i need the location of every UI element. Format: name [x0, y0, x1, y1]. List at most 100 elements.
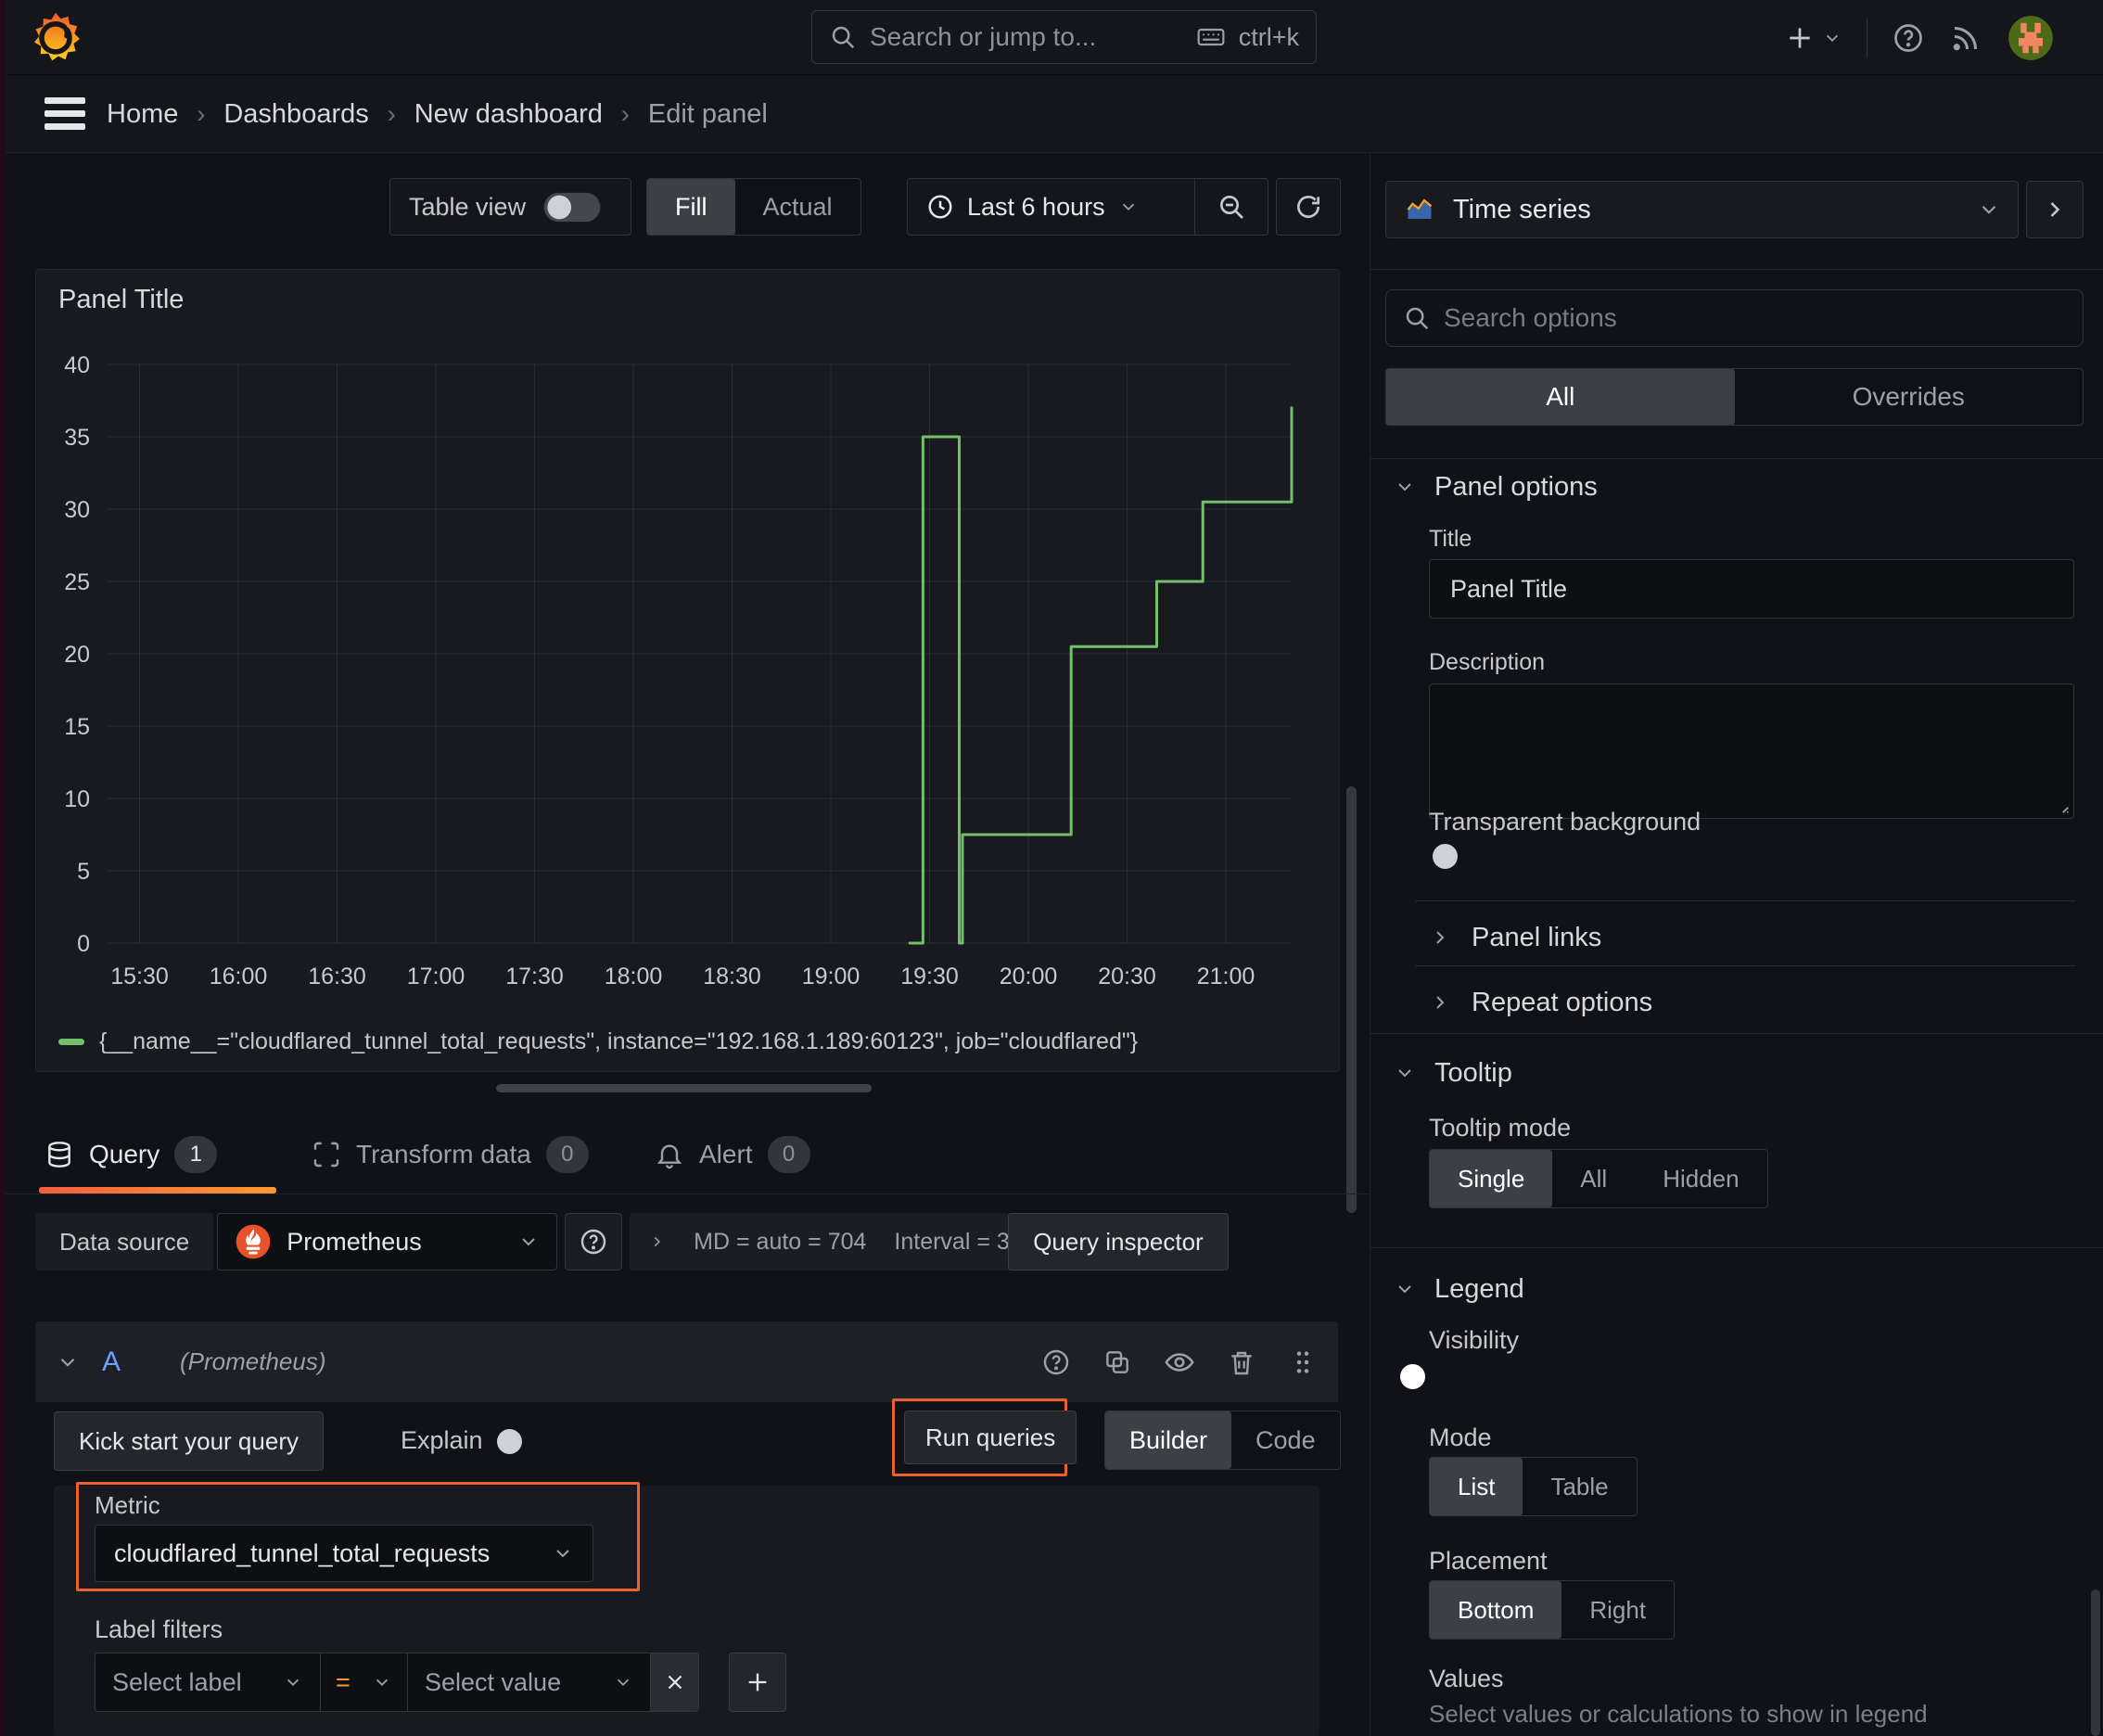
tab-transform[interactable]: Transform data 0: [312, 1118, 589, 1191]
drag-handle-icon[interactable]: [1288, 1347, 1318, 1377]
metric-label: Metric: [95, 1491, 160, 1519]
chevron-down-icon: [1398, 1069, 1411, 1078]
kick-start-query-button[interactable]: Kick start your query: [54, 1411, 324, 1471]
svg-text:16:30: 16:30: [308, 964, 366, 989]
chevron-down-icon: [556, 1550, 569, 1558]
run-queries-button[interactable]: Run queries: [904, 1410, 1077, 1464]
collapse-chevron-icon[interactable]: [56, 1350, 80, 1374]
zoom-out-button[interactable]: [1195, 192, 1268, 222]
legend-placement-bottom[interactable]: Bottom: [1430, 1581, 1562, 1639]
code-option[interactable]: Code: [1231, 1411, 1340, 1469]
remove-filter-button[interactable]: [651, 1653, 699, 1712]
hamburger-icon: [45, 97, 85, 104]
panel-title-input[interactable]: [1429, 559, 2074, 619]
section-title: Panel options: [1434, 471, 1598, 502]
chevron-right-icon[interactable]: [648, 1231, 666, 1253]
svg-text:15: 15: [64, 714, 90, 740]
delete-query-icon[interactable]: [1227, 1347, 1256, 1377]
chevron-right-icon: [1436, 996, 1445, 1009]
avatar[interactable]: [2007, 14, 2055, 62]
refresh-button[interactable]: [1276, 178, 1341, 236]
tab-alert[interactable]: Alert 0: [655, 1118, 810, 1191]
pane-divider: [1370, 269, 2103, 270]
table-view-toggle[interactable]: [543, 192, 601, 222]
breadcrumb-home[interactable]: Home: [107, 99, 178, 130]
news-rss-icon[interactable]: [1949, 21, 1982, 55]
chart-legend[interactable]: {__name__="cloudflared_tunnel_total_requ…: [58, 1028, 1138, 1055]
add-button[interactable]: [1785, 23, 1842, 53]
filter-tab-overrides[interactable]: Overrides: [1735, 369, 2084, 425]
tooltip-title: Tooltip: [1434, 1057, 1512, 1088]
table-view-label: Table view: [409, 192, 527, 221]
chevron-down-icon: [522, 1238, 535, 1246]
panel: Panel Title 0 5 10 15 20 25 30 35 40 15:30 16:00 16…: [35, 269, 1340, 1072]
panel-description-input[interactable]: [1429, 683, 2074, 819]
svg-text:40: 40: [64, 352, 90, 378]
legend-mode-table[interactable]: Table: [1523, 1458, 1636, 1515]
chevron-right-icon: [2050, 202, 2060, 217]
clock-icon: [926, 193, 954, 221]
panel-links-section[interactable]: Panel links: [1429, 912, 1601, 964]
query-inspector-button[interactable]: Query inspector: [1008, 1213, 1229, 1270]
tooltip-mode-all[interactable]: All: [1552, 1150, 1635, 1207]
metric-select[interactable]: cloudflared_tunnel_total_requests: [95, 1525, 593, 1582]
datasource-row: Data source Prometheus MD = auto = 704 I…: [35, 1213, 1229, 1270]
breadcrumb-new-dashboard[interactable]: New dashboard: [414, 99, 603, 130]
section-legend[interactable]: Legend: [1394, 1261, 1524, 1317]
zoom-out-icon: [1220, 196, 1243, 219]
chevron-down-icon: [1398, 1285, 1411, 1294]
section-panel-options[interactable]: Panel options: [1394, 459, 1598, 515]
datasource-picker[interactable]: Prometheus: [217, 1213, 558, 1270]
actual-option[interactable]: Actual: [735, 179, 860, 235]
legend-placement-right[interactable]: Right: [1561, 1581, 1674, 1639]
global-search[interactable]: Search or jump to... ctrl+k: [811, 10, 1317, 64]
options-search-input[interactable]: [1444, 303, 2066, 333]
select-label-placeholder: Select label: [112, 1667, 242, 1696]
datasource-help-button[interactable]: [565, 1213, 623, 1270]
legend-mode-list[interactable]: List: [1430, 1458, 1523, 1515]
panel-title[interactable]: Panel Title: [58, 285, 184, 315]
tab-query[interactable]: Query 1: [45, 1118, 218, 1191]
add-filter-button[interactable]: [729, 1653, 786, 1712]
menu-toggle[interactable]: [45, 97, 85, 131]
svg-text:17:00: 17:00: [407, 964, 465, 989]
builder-option[interactable]: Builder: [1105, 1411, 1232, 1469]
viz-picker[interactable]: Time series: [1385, 181, 2019, 238]
grafana-logo[interactable]: [28, 9, 83, 65]
bell-icon: [655, 1140, 684, 1169]
repeat-options-section[interactable]: Repeat options: [1429, 976, 1652, 1028]
query-row-header[interactable]: A (Prometheus): [35, 1321, 1338, 1402]
time-picker[interactable]: Last 6 hours: [907, 178, 1268, 236]
query-ref-id[interactable]: A: [102, 1347, 121, 1378]
collapse-pane-button[interactable]: [2026, 181, 2084, 238]
tooltip-mode-single[interactable]: Single: [1430, 1150, 1553, 1207]
options-search[interactable]: [1385, 289, 2084, 347]
search-shortcut: ctrl+k: [1238, 22, 1299, 51]
toggle-visibility-icon[interactable]: [1164, 1347, 1195, 1378]
fill-option[interactable]: Fill: [647, 179, 735, 235]
operator-dropdown[interactable]: =: [321, 1653, 408, 1712]
options-pane-scrollbar[interactable]: [2091, 1589, 2100, 1736]
breadcrumb-separator: ›: [197, 99, 206, 128]
tab-query-count: 1: [174, 1136, 218, 1173]
duplicate-icon[interactable]: [1102, 1347, 1132, 1377]
breadcrumb-edit-panel: Edit panel: [647, 98, 768, 129]
select-value-dropdown[interactable]: Select value: [408, 1653, 651, 1712]
legend-placement-label: Placement: [1429, 1547, 1548, 1575]
search-icon: [829, 23, 857, 51]
breadcrumb-dashboards[interactable]: Dashboards: [223, 99, 368, 130]
filter-tab-all[interactable]: All: [1386, 369, 1735, 425]
tooltip-mode-hidden[interactable]: Hidden: [1635, 1150, 1766, 1207]
metric-value: cloudflared_tunnel_total_requests: [114, 1538, 491, 1567]
chevron-down-icon: [1122, 203, 1134, 211]
select-label-dropdown[interactable]: Select label: [95, 1653, 321, 1712]
breadcrumb-separator: ›: [387, 99, 396, 128]
query-help-icon[interactable]: [1041, 1347, 1071, 1377]
section-tooltip[interactable]: Tooltip: [1394, 1045, 1512, 1101]
resize-corner-icon[interactable]: [2050, 795, 2071, 815]
help-icon[interactable]: [1892, 21, 1925, 55]
svg-text:21:00: 21:00: [1197, 964, 1255, 989]
panel-resize-handle[interactable]: [496, 1084, 872, 1092]
description-label: Description: [1429, 649, 1546, 675]
operator-value: =: [336, 1667, 350, 1696]
